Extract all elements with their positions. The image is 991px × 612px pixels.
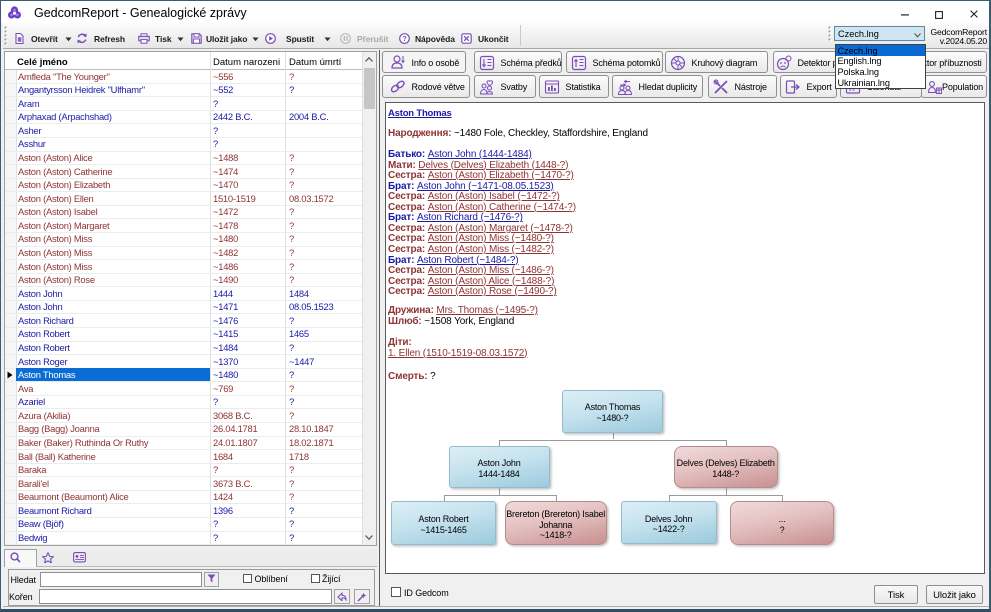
svg-text:?: ? [402,34,407,43]
